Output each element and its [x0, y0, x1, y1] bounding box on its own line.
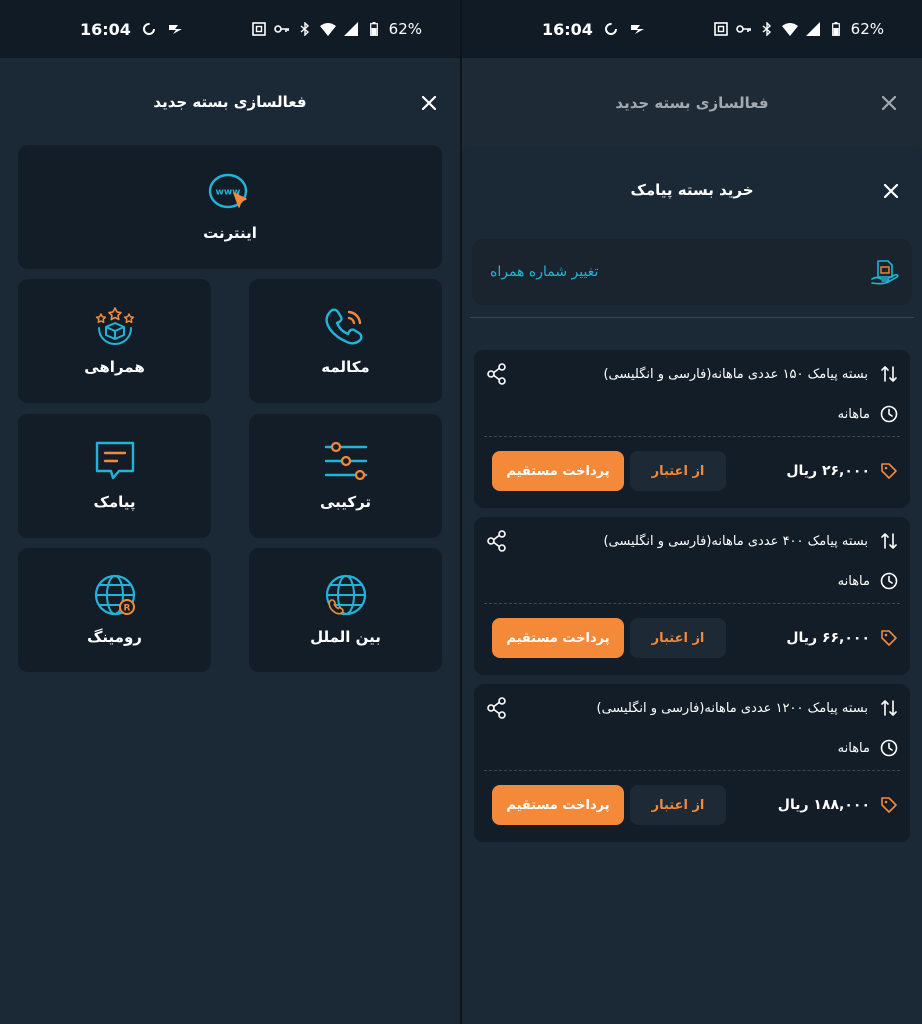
wifi-icon	[781, 21, 798, 37]
vpn-key-icon	[273, 21, 290, 37]
sheet-header: فعالسازی بسته جدید	[0, 58, 460, 146]
phone-call-icon	[324, 306, 368, 346]
pay-from-credit-button[interactable]: از اعتبار	[630, 451, 726, 491]
change-number-label: تغییر شماره همراه	[490, 264, 599, 280]
status-bar: 16:04 62%	[462, 0, 922, 58]
app-notification-icon	[167, 21, 183, 37]
app-notification-icon	[629, 21, 645, 37]
share-icon[interactable]	[486, 697, 508, 719]
tile-international-label: بین الملل	[310, 628, 381, 646]
left-screen: 16:04 62% فعالسازی بسته جدید www اینترنت…	[0, 0, 460, 1024]
dashed-separator	[484, 770, 900, 771]
package-title: بسته پیامک ۱۲۰۰ عددی ماهانه(فارسی و انگل…	[596, 700, 869, 716]
price-tag-icon	[880, 629, 898, 647]
change-number-button[interactable]: تغییر شماره همراه	[472, 239, 912, 305]
background-close-button[interactable]	[878, 92, 900, 114]
globe-phone-icon	[324, 574, 368, 616]
package-price: ۱۸۸,۰۰۰ ریال	[777, 797, 870, 813]
battery-icon	[366, 21, 382, 37]
battery-percent: 62%	[388, 20, 422, 38]
tile-roaming-label: رومینگ	[87, 628, 142, 646]
close-icon	[884, 184, 898, 198]
clock-icon	[880, 739, 898, 757]
box-stars-icon	[93, 306, 137, 346]
globe-roaming-icon: R	[93, 574, 137, 616]
clock-icon	[880, 405, 898, 423]
close-button[interactable]	[880, 180, 902, 202]
tile-roaming[interactable]: R رومینگ	[18, 548, 211, 672]
status-time: 16:04	[80, 19, 131, 39]
tile-call-label: مکالمه	[321, 358, 370, 376]
buy-sms-package-sheet: خرید بسته پیامک تغییر شماره همراه بسته پ…	[462, 146, 922, 1024]
dashed-separator	[484, 603, 900, 604]
pay-from-credit-button[interactable]: از اعتبار	[630, 785, 726, 825]
sim-hand-icon	[870, 259, 900, 285]
package-period: ماهانه	[837, 406, 870, 422]
direct-payment-button[interactable]: پرداخت مستقیم	[492, 785, 624, 825]
direct-payment-button[interactable]: پرداخت مستقیم	[492, 618, 624, 658]
battery-percent: 62%	[850, 20, 884, 38]
www-globe-icon: www	[208, 172, 252, 212]
vpn-key-icon	[735, 21, 752, 37]
svg-text:R: R	[123, 604, 130, 614]
status-bar: 16:04 62%	[0, 0, 460, 58]
background-sheet-title: فعالسازی بسته جدید	[615, 94, 769, 112]
close-button[interactable]	[418, 92, 440, 114]
separator	[470, 317, 914, 318]
tile-sms-label: پیامک	[93, 493, 136, 511]
close-icon	[882, 96, 896, 110]
wifi-icon	[319, 21, 336, 37]
price-tag-icon	[880, 796, 898, 814]
package-card: بسته پیامک ۱۵۰ عددی ماهانه(فارسی و انگلی…	[474, 350, 910, 508]
package-title: بسته پیامک ۱۵۰ عددی ماهانه(فارسی و انگلی…	[603, 366, 868, 382]
sliders-icon	[324, 441, 368, 481]
battery-icon	[828, 21, 844, 37]
nfc-icon	[713, 21, 729, 37]
background-sheet-header: فعالسازی بسته جدید	[462, 58, 922, 148]
sync-icon	[603, 21, 619, 37]
price-tag-icon	[880, 462, 898, 480]
sheet-header: خرید بسته پیامک	[462, 146, 922, 234]
tile-internet[interactable]: www اینترنت	[18, 145, 442, 269]
package-title: بسته پیامک ۴۰۰ عددی ماهانه(فارسی و انگلی…	[603, 533, 868, 549]
tile-internet-label: اینترنت	[203, 224, 257, 242]
activate-package-sheet: فعالسازی بسته جدید www اینترنت مکالمه هم…	[0, 58, 460, 1024]
clock-icon	[880, 572, 898, 590]
close-icon	[422, 96, 436, 110]
tile-combined[interactable]: ترکیبی	[249, 414, 442, 538]
bluetooth-icon	[759, 21, 775, 37]
package-card: بسته پیامک ۱۲۰۰ عددی ماهانه(فارسی و انگل…	[474, 684, 910, 842]
share-icon[interactable]	[486, 530, 508, 552]
nfc-icon	[251, 21, 267, 37]
share-icon[interactable]	[486, 363, 508, 385]
sheet-title: خرید بسته پیامک	[630, 181, 754, 199]
package-period: ماهانه	[837, 573, 870, 589]
signal-icon	[805, 21, 821, 37]
signal-icon	[343, 21, 359, 37]
swap-arrows-icon	[880, 699, 898, 717]
status-time: 16:04	[542, 19, 593, 39]
package-card: بسته پیامک ۴۰۰ عددی ماهانه(فارسی و انگلی…	[474, 517, 910, 675]
package-period: ماهانه	[837, 740, 870, 756]
tile-companion-label: همراهی	[84, 358, 145, 376]
swap-arrows-icon	[880, 365, 898, 383]
tile-combined-label: ترکیبی	[319, 493, 372, 511]
package-price: ۲۶,۰۰۰ ریال	[786, 463, 870, 479]
right-screen: 16:04 62% فعالسازی بسته جدید خرید بسته پ…	[462, 0, 922, 1024]
message-icon	[93, 441, 137, 481]
tile-sms[interactable]: پیامک	[18, 414, 211, 538]
dashed-separator	[484, 436, 900, 437]
swap-arrows-icon	[880, 532, 898, 550]
direct-payment-button[interactable]: پرداخت مستقیم	[492, 451, 624, 491]
tile-international[interactable]: بین الملل	[249, 548, 442, 672]
package-price: ۶۶,۰۰۰ ریال	[786, 630, 870, 646]
tile-call[interactable]: مکالمه	[249, 279, 442, 403]
sync-icon	[141, 21, 157, 37]
tile-companion[interactable]: همراهی	[18, 279, 211, 403]
pay-from-credit-button[interactable]: از اعتبار	[630, 618, 726, 658]
sheet-title: فعالسازی بسته جدید	[153, 93, 307, 111]
bluetooth-icon	[297, 21, 313, 37]
